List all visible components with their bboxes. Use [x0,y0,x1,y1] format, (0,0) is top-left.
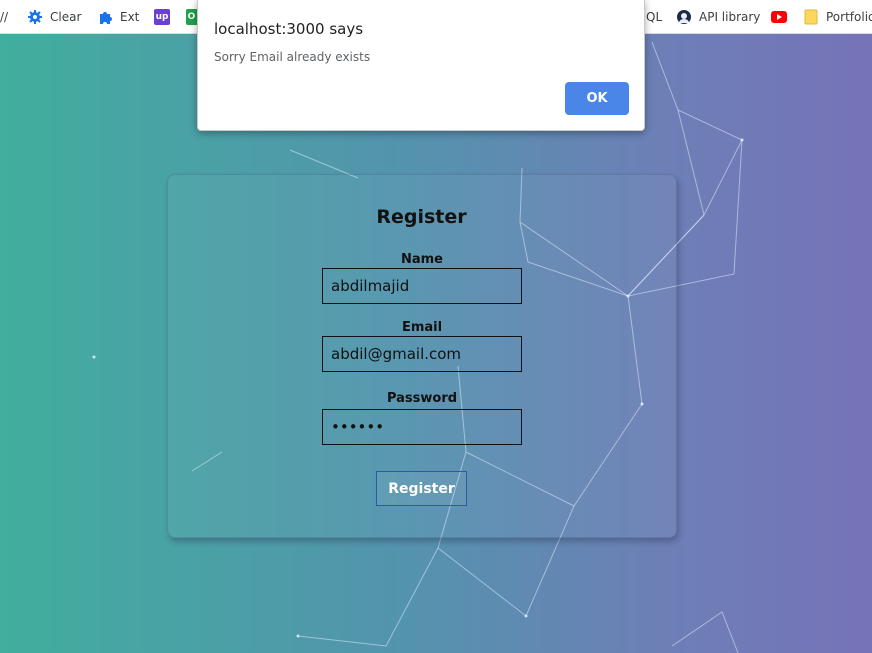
user-avatar-icon [677,10,691,24]
email-input[interactable]: abdil@gmail.com [322,336,522,372]
bookmark-portfolio[interactable]: Portfolio [804,0,872,34]
gear-icon [28,10,42,24]
password-label: Password [386,391,458,406]
dialog-message: Sorry Email already exists [214,50,371,64]
dialog-title: localhost:3000 says [214,20,364,38]
name-label: Name [400,252,443,267]
bookmark-label: QL [646,10,663,24]
password-input[interactable]: •••••• [322,409,522,445]
bookmark-slash[interactable]: // [0,0,8,34]
bookmark-clear[interactable]: Clear [28,0,81,34]
bookmark-youtube[interactable] [771,0,787,34]
green-app-icon: O [186,9,197,25]
bookmark-api-library[interactable]: API library [677,0,760,34]
bookmark-ext[interactable]: Ext [98,0,139,34]
youtube-icon [771,11,787,23]
register-title: Register [376,206,467,228]
alert-dialog: localhost:3000 says Sorry Email already … [197,0,645,131]
puzzle-icon [98,10,112,24]
bookmark-label: Portfolio [826,10,872,24]
bookmark-upwork[interactable]: up [154,0,170,34]
register-button[interactable]: Register [376,471,467,506]
upwork-icon: up [154,9,170,25]
email-label: Email [401,320,443,335]
bookmark-label: Clear [50,10,82,24]
bookmark-label: API library [699,10,761,24]
name-input[interactable]: abdilmajid [322,268,522,304]
bookmark-ql[interactable]: QL [646,0,662,34]
bookmark-label: Ext [120,10,140,24]
bookmark-green-app[interactable]: O [186,0,197,34]
folder-icon [804,9,818,25]
ok-button[interactable]: OK [565,82,629,115]
bookmark-label: // [0,10,9,24]
